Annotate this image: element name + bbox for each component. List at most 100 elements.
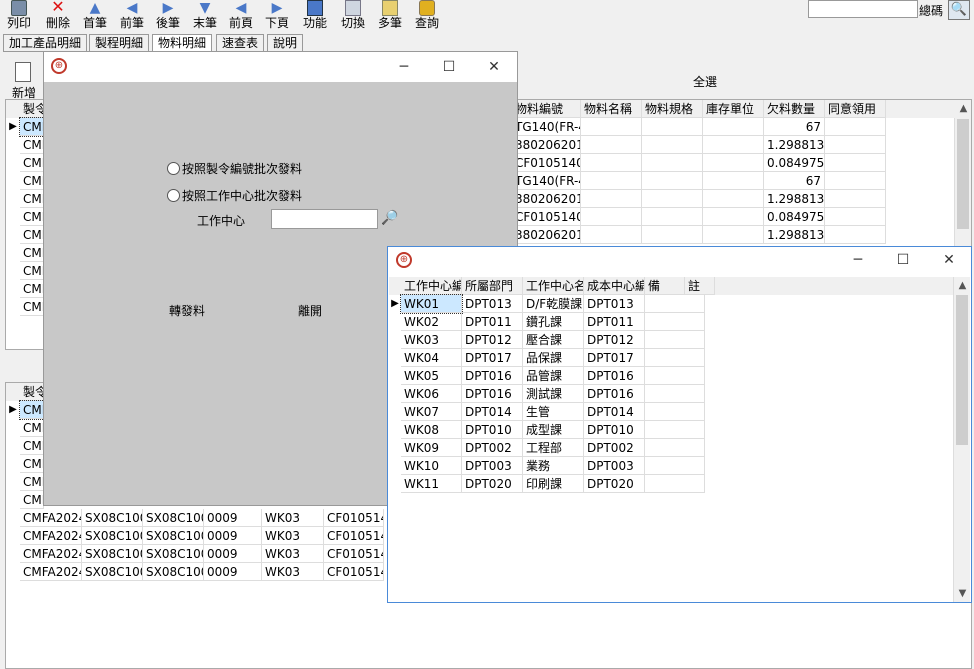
- data-cell[interactable]: SX08C1000: [143, 527, 204, 545]
- stock-unit-cell[interactable]: [703, 118, 764, 136]
- data-cell[interactable]: CF0105140: [324, 545, 384, 563]
- material-name-cell[interactable]: [581, 118, 642, 136]
- data-cell[interactable]: DPT013: [584, 295, 645, 313]
- table-row[interactable]: WK07 DPT014 生管 DPT014: [389, 403, 953, 421]
- data-cell[interactable]: WK05: [401, 367, 462, 385]
- material-name-cell[interactable]: [581, 226, 642, 244]
- material-code-cell[interactable]: TG140(FR-4)T: [512, 118, 581, 136]
- table-row[interactable]: WK04 DPT017 品保課 DPT017: [389, 349, 953, 367]
- material-name-cell[interactable]: [581, 190, 642, 208]
- table-row[interactable]: WK08 DPT010 成型課 DPT010: [389, 421, 953, 439]
- first-button[interactable]: ▲ 首筆: [76, 0, 114, 33]
- order-cell[interactable]: CMF: [20, 172, 44, 190]
- table-row[interactable]: WK10 DPT003 業務 DPT003: [389, 457, 953, 475]
- radio-by-order[interactable]: 按照製令編號批次發料: [167, 161, 302, 177]
- tab-0[interactable]: 加工產品明細: [3, 34, 88, 52]
- order-cell[interactable]: CMF: [20, 190, 44, 208]
- close-icon[interactable]: ✕: [939, 250, 959, 270]
- material-name-cell[interactable]: [581, 172, 642, 190]
- table-row[interactable]: ▶ WK01 DPT013 D/F乾膜課 DPT013: [389, 294, 953, 314]
- table-row[interactable]: WK05 DPT016 品管課 DPT016: [389, 367, 953, 385]
- transfer-button[interactable]: 轉發料: [169, 302, 205, 319]
- prev-page-button[interactable]: ◀ 前頁: [222, 0, 260, 33]
- data-cell[interactable]: CF0105140: [324, 509, 384, 527]
- data-cell[interactable]: WK06: [401, 385, 462, 403]
- table-row[interactable]: WK06 DPT016 測試課 DPT016: [389, 385, 953, 403]
- radio-icon[interactable]: [167, 189, 180, 202]
- order-cell[interactable]: CMF: [20, 226, 44, 244]
- data-cell[interactable]: WK03: [401, 331, 462, 349]
- remark-cell[interactable]: [645, 475, 705, 493]
- print-button[interactable]: 列印: [0, 0, 38, 33]
- approve-cell[interactable]: [825, 154, 886, 172]
- data-cell[interactable]: WK11: [401, 475, 462, 493]
- material-name-cell[interactable]: [581, 154, 642, 172]
- data-cell[interactable]: SX08C1000: [82, 527, 143, 545]
- data-cell[interactable]: DPT014: [462, 403, 523, 421]
- data-cell[interactable]: DPT011: [462, 313, 523, 331]
- data-cell[interactable]: 生管: [523, 403, 584, 421]
- search-icon[interactable]: 🔍: [948, 0, 970, 20]
- close-icon[interactable]: ✕: [484, 57, 504, 77]
- data-cell[interactable]: DPT017: [584, 349, 645, 367]
- approve-cell[interactable]: [825, 190, 886, 208]
- data-cell[interactable]: WK07: [401, 403, 462, 421]
- scroll-down-icon[interactable]: ▼: [954, 585, 970, 602]
- material-code-cell[interactable]: TG140(FR-4)T: [512, 172, 581, 190]
- remark-cell[interactable]: [645, 349, 705, 367]
- stock-unit-cell[interactable]: [703, 172, 764, 190]
- data-cell[interactable]: DPT020: [462, 475, 523, 493]
- remark-cell[interactable]: [645, 421, 705, 439]
- data-cell[interactable]: SX08C1000: [82, 563, 143, 581]
- data-cell[interactable]: DPT020: [584, 475, 645, 493]
- data-cell[interactable]: DPT017: [462, 349, 523, 367]
- remark-cell[interactable]: [645, 439, 705, 457]
- order-cell[interactable]: CMF: [20, 136, 44, 154]
- data-cell[interactable]: SX08C1000: [143, 545, 204, 563]
- data-cell[interactable]: DPT016: [462, 385, 523, 403]
- tab-2[interactable]: 物料明細: [152, 34, 213, 52]
- data-cell[interactable]: D/F乾膜課: [523, 295, 584, 313]
- stock-unit-cell[interactable]: [703, 136, 764, 154]
- scroll-thumb[interactable]: [957, 119, 969, 229]
- remark-cell[interactable]: [645, 331, 705, 349]
- remark-cell[interactable]: [645, 403, 705, 421]
- data-cell[interactable]: SX08C1000: [143, 509, 204, 527]
- leave-button[interactable]: 離開: [298, 302, 322, 319]
- stock-unit-cell[interactable]: [703, 154, 764, 172]
- search-input[interactable]: [808, 0, 918, 18]
- remark-cell[interactable]: [645, 457, 705, 475]
- data-cell[interactable]: CMFA20241: [20, 509, 82, 527]
- order-cell[interactable]: CMF: [20, 491, 44, 509]
- material-spec-cell[interactable]: [642, 226, 703, 244]
- tab-1[interactable]: 製程明細: [89, 34, 150, 52]
- data-cell[interactable]: 壓合課: [523, 331, 584, 349]
- table-row[interactable]: WK03 DPT012 壓合課 DPT012: [389, 331, 953, 349]
- lookup-icon[interactable]: 🔎: [381, 210, 398, 226]
- new-button[interactable]: 新增: [8, 62, 40, 100]
- minimize-icon[interactable]: ─: [394, 57, 414, 77]
- data-cell[interactable]: WK04: [401, 349, 462, 367]
- data-cell[interactable]: SX08C1000: [82, 545, 143, 563]
- data-cell[interactable]: SX08C1000: [82, 509, 143, 527]
- material-spec-cell[interactable]: [642, 154, 703, 172]
- data-cell[interactable]: CMFA20241: [20, 527, 82, 545]
- remark-cell[interactable]: [645, 295, 705, 313]
- material-code-cell[interactable]: CF01051401: [512, 154, 581, 172]
- data-cell[interactable]: WK10: [401, 457, 462, 475]
- data-cell[interactable]: CF0105140: [324, 563, 384, 581]
- material-spec-cell[interactable]: [642, 190, 703, 208]
- data-cell[interactable]: 鑽孔課: [523, 313, 584, 331]
- next-button[interactable]: ▶ 後筆: [149, 0, 187, 33]
- next-page-button[interactable]: ▶ 下頁: [258, 0, 296, 33]
- scroll-up-icon[interactable]: ▲: [955, 100, 971, 117]
- delete-button[interactable]: ✕ 刪除: [39, 0, 77, 33]
- order-cell[interactable]: CMF: [20, 244, 44, 262]
- data-cell[interactable]: CMFA20241: [20, 563, 82, 581]
- shortage-qty-cell[interactable]: 1.298813: [764, 136, 825, 154]
- data-cell[interactable]: 業務: [523, 457, 584, 475]
- data-cell[interactable]: 工程部: [523, 439, 584, 457]
- query-button[interactable]: 查詢: [408, 0, 446, 33]
- order-cell[interactable]: CMF: [20, 208, 44, 226]
- data-cell[interactable]: DPT002: [584, 439, 645, 457]
